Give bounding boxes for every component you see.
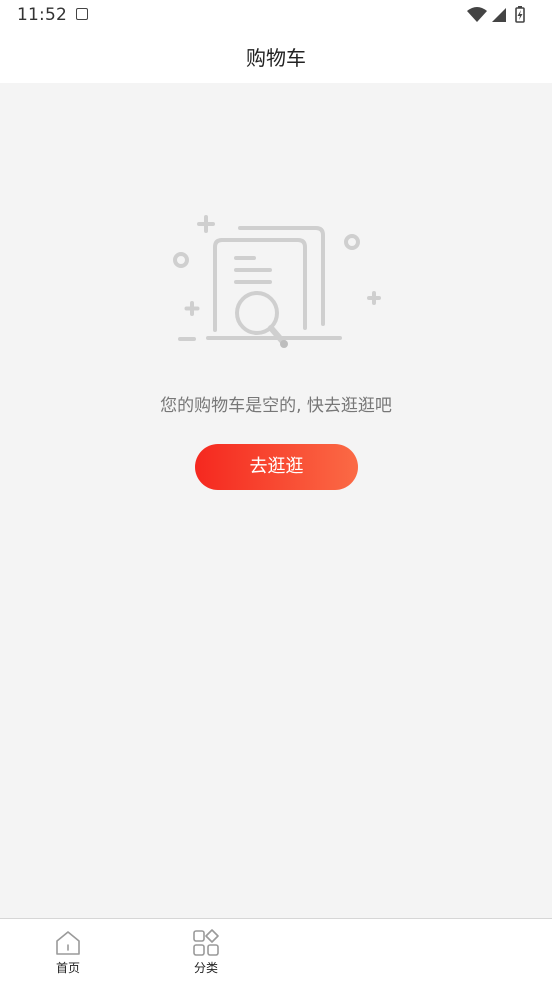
bottom-nav: 首页 分类	[0, 918, 552, 981]
status-bar: 11:52	[0, 0, 552, 32]
status-icons	[467, 6, 525, 23]
empty-document-search-icon	[173, 215, 381, 348]
wifi-icon	[467, 7, 487, 22]
nav-item-category[interactable]: 分类	[146, 919, 266, 981]
empty-cart-message: 您的购物车是空的, 快去逛逛吧	[160, 396, 392, 416]
nav-item-home[interactable]: 首页	[8, 919, 128, 981]
battery-charging-icon	[515, 6, 525, 23]
category-grid-icon	[193, 929, 219, 956]
page-title: 购物车	[246, 46, 306, 70]
nav-label-category: 分类	[193, 961, 218, 975]
page-header: 购物车	[0, 32, 552, 83]
nav-label-home: 首页	[55, 961, 80, 975]
status-time: 11:52	[17, 5, 67, 25]
signal-icon	[492, 8, 506, 22]
a-badge-icon	[76, 8, 88, 20]
home-icon	[56, 931, 80, 955]
go-shopping-button[interactable]: 去逛逛	[195, 444, 358, 490]
